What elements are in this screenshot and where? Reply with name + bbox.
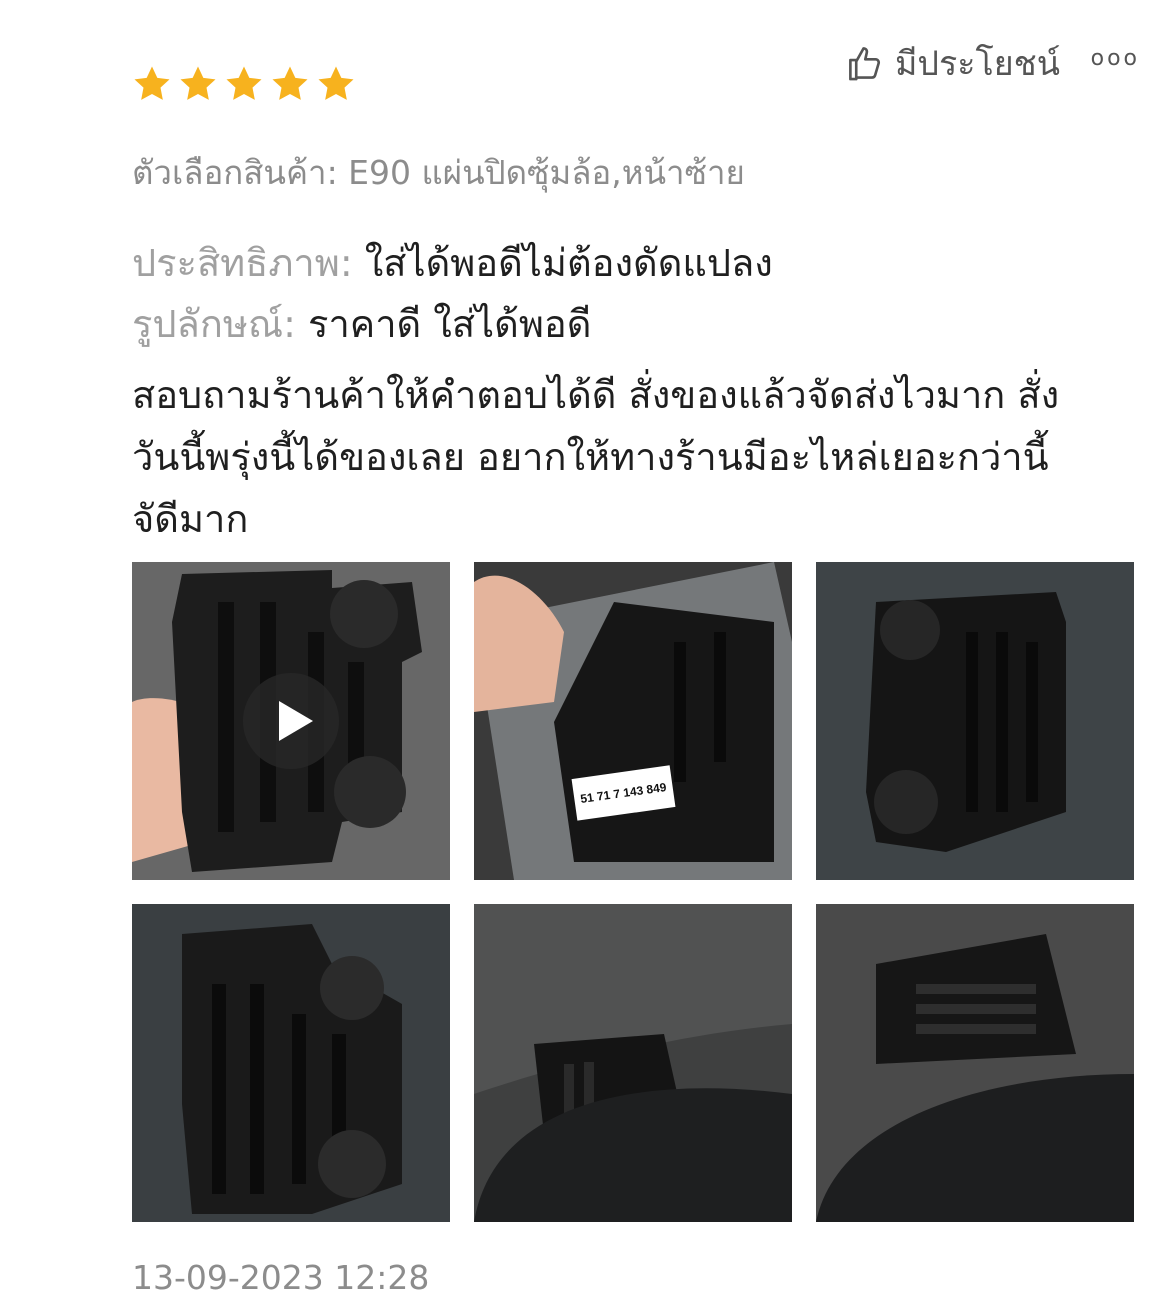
star-icon [134, 66, 170, 100]
star-icon [318, 66, 354, 100]
review-video-thumbnail[interactable] [132, 562, 450, 880]
attribute-key: รูปลักษณ์: [132, 302, 296, 346]
thumbs-up-icon [849, 47, 880, 81]
installed-photo-image [474, 904, 792, 1222]
review-text-line: วันนี้พรุ่งนี้ได้ของเลย อยากให้ทางร้านมี… [132, 435, 1049, 479]
review-photo[interactable]: 51 71 7 143 849 [474, 562, 792, 880]
star-rating [132, 64, 356, 104]
product-photo-image [816, 562, 1134, 880]
installed-photo-image [816, 904, 1134, 1222]
play-icon [279, 701, 313, 741]
review-text-line: จัดีมาก [132, 497, 249, 541]
review-header: มีประโยชน์ ooo [132, 34, 1140, 104]
helpful-button[interactable]: มีประโยชน์ [847, 36, 1060, 90]
review-date: 13-09-2023 12:28 [132, 1258, 430, 1297]
review-photo[interactable] [132, 904, 450, 1222]
review-text: สอบถามร้านค้าให้คำตอบได้ดี สั่งของแล้วจั… [132, 364, 1122, 550]
review-text-line: สอบถามร้านค้าให้คำตอบได้ดี สั่งของแล้วจั… [132, 373, 1060, 417]
review-media-grid: 51 71 7 143 849 [132, 562, 1134, 1222]
attribute-key: ประสิทธิภาพ: [132, 241, 353, 285]
attribute-value: ราคาดี ใส่ได้พอดี [308, 302, 592, 346]
attribute-performance: ประสิทธิภาพ: ใส่ได้พอดีไม่ต้องดัดแปลง [132, 232, 773, 293]
review-photo[interactable] [474, 904, 792, 1222]
play-button[interactable] [243, 673, 339, 769]
attribute-value: ใส่ได้พอดีไม่ต้องดัดแปลง [364, 241, 773, 285]
helpful-label: มีประโยชน์ [894, 44, 1060, 84]
star-icon [272, 66, 308, 100]
more-options-icon[interactable]: ooo [1091, 46, 1140, 71]
review-photo[interactable] [816, 904, 1134, 1222]
product-photo-image [132, 904, 450, 1222]
product-variant: ตัวเลือกสินค้า: E90 แผ่นปิดซุ้มล้อ,หน้าซ… [132, 153, 745, 192]
review-photo[interactable] [816, 562, 1134, 880]
star-icon [180, 66, 216, 100]
attribute-appearance: รูปลักษณ์: ราคาดี ใส่ได้พอดี [132, 293, 591, 354]
product-review: มีประโยชน์ ooo ตัวเลือกสินค้า: E90 แผ่นป… [0, 0, 1170, 1309]
star-icon [226, 66, 262, 100]
product-photo-image [474, 562, 792, 880]
